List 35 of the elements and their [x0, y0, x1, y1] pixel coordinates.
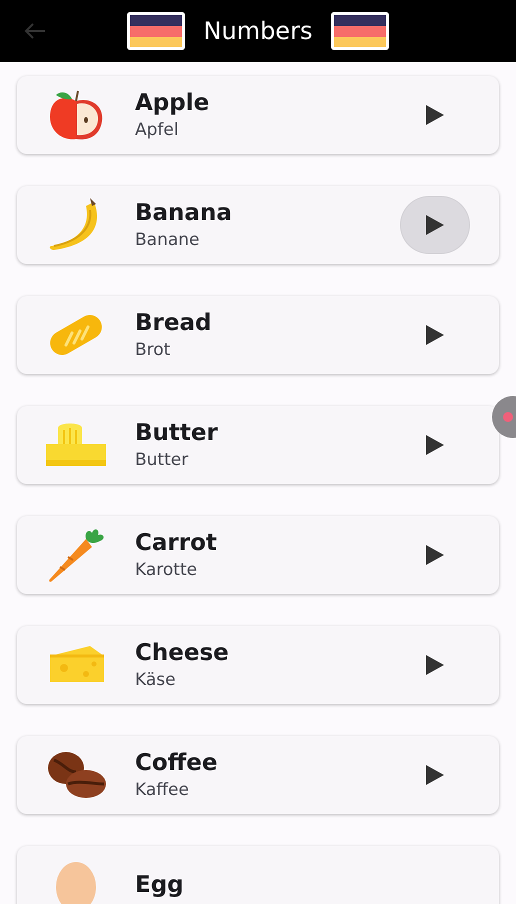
word-title: Cheese [135, 640, 230, 666]
word-title: Egg [135, 872, 185, 898]
translation-text: Karotte [135, 560, 198, 580]
play-icon [425, 324, 445, 346]
translation-text: Käse [135, 670, 177, 690]
word-title: Banana [135, 200, 233, 226]
carrot-icon [46, 527, 106, 583]
word-card[interactable]: Cheese Käse [17, 626, 499, 704]
word-card[interactable]: Egg [17, 846, 499, 904]
translation-text: Butter [135, 450, 190, 470]
word-title: Coffee [135, 750, 219, 776]
word-card[interactable]: Butter Butter [17, 406, 499, 484]
play-button[interactable] [401, 197, 469, 253]
word-card[interactable]: Apple Apfel [17, 76, 499, 154]
flag-icon [330, 11, 390, 51]
play-icon [425, 654, 445, 676]
translation-text: Brot [135, 340, 172, 360]
play-icon [425, 764, 445, 786]
word-title: Bread [135, 310, 212, 336]
word-title: Butter [135, 420, 219, 446]
word-title: Apple [135, 90, 210, 116]
play-icon [425, 544, 445, 566]
word-card[interactable]: Coffee Kaffee [17, 736, 499, 814]
flag-icon [126, 11, 186, 51]
app-title: Numbers [204, 17, 312, 45]
play-icon [425, 214, 445, 236]
translation-text: Apfel [135, 120, 180, 140]
word-card[interactable]: Carrot Karotte [17, 516, 499, 594]
translation-text: Kaffee [135, 780, 190, 800]
play-icon [425, 434, 445, 456]
word-title: Carrot [135, 530, 218, 556]
word-card[interactable]: Bread Brot [17, 296, 499, 374]
word-card[interactable]: Banana Banane [17, 186, 499, 264]
play-icon [425, 104, 445, 126]
translation-text: Banane [135, 230, 201, 250]
